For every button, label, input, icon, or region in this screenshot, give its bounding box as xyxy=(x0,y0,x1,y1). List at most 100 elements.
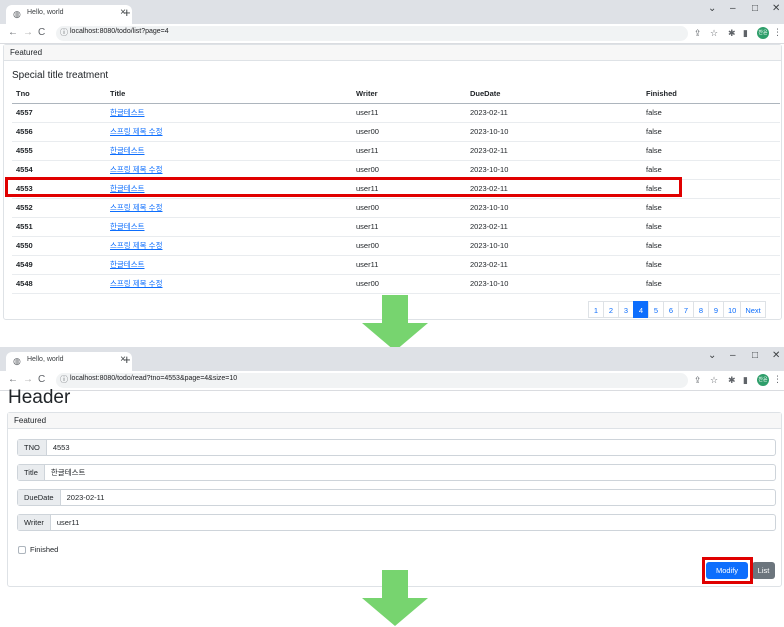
cell-finished: false xyxy=(642,198,780,218)
page-link[interactable]: 5 xyxy=(648,301,664,318)
cell-tno: 4548 xyxy=(12,274,106,294)
profile-avatar[interactable]: 찬윤 xyxy=(757,374,769,386)
writer-field[interactable]: Writer user11 xyxy=(17,514,776,531)
finished-checkbox-row: Finished xyxy=(18,545,58,554)
new-tab-button[interactable]: + xyxy=(123,353,131,367)
finished-checkbox[interactable] xyxy=(18,545,26,554)
cell-title: 한글테스트 xyxy=(106,141,352,161)
minimize-button[interactable]: – xyxy=(730,350,736,361)
minimize-button[interactable]: – xyxy=(730,3,736,14)
writer-label: Writer xyxy=(18,515,51,530)
maximize-button[interactable]: □ xyxy=(752,3,758,14)
cell-title: 스프링 제목 수정 xyxy=(106,274,352,294)
address-bar[interactable]: ⓘ localhost:8080/todo/list?page=4 xyxy=(56,26,688,41)
writer-value: user11 xyxy=(56,518,80,527)
duedate-field[interactable]: DueDate 2023-02-11 xyxy=(17,489,776,506)
modify-button-highlight xyxy=(702,557,753,584)
next-page-link[interactable]: Next xyxy=(740,301,766,318)
tab-search-icon[interactable]: ⌄ xyxy=(708,350,716,361)
reload-button[interactable]: C xyxy=(38,373,45,387)
browser-toolbar: ← → C ⓘ localhost:8080/todo/read?tno=455… xyxy=(0,371,784,391)
tab-search-icon[interactable]: ⌄ xyxy=(708,3,716,14)
page-header: Header xyxy=(8,387,71,408)
title-link[interactable]: 한글테스트 xyxy=(110,260,145,269)
cell-writer: user00 xyxy=(352,236,466,256)
reload-button[interactable]: C xyxy=(38,26,45,40)
page-link[interactable]: 2 xyxy=(603,301,619,318)
title-link[interactable]: 스프링 제목 수정 xyxy=(110,279,162,288)
close-window-button[interactable]: ✕ xyxy=(772,3,780,14)
table-row: 4548 스프링 제목 수정 user00 2023-10-10 false xyxy=(12,274,780,294)
page-link[interactable]: 7 xyxy=(678,301,694,318)
cell-writer: user00 xyxy=(352,198,466,218)
title-value: 한글테스트 xyxy=(50,468,86,477)
pagination: 1 2 3 4 5 6 7 8 9 10 Next xyxy=(588,301,766,318)
cell-finished: false xyxy=(642,274,780,294)
forward-button[interactable]: → xyxy=(23,26,33,40)
title-link[interactable]: 한글테스트 xyxy=(110,146,145,155)
table-row: 4550 스프링 제목 수정 user00 2023-10-10 false xyxy=(12,236,780,256)
list-button[interactable]: List xyxy=(752,562,775,579)
table-row: 4549 한글테스트 user11 2023-02-11 false xyxy=(12,255,780,275)
cell-writer: user00 xyxy=(352,274,466,294)
read-card: Featured TNO 4553 Title 한글테스트 DueDate 20… xyxy=(7,412,782,587)
back-button[interactable]: ← xyxy=(8,26,18,40)
star-icon[interactable]: ☆ xyxy=(710,374,718,386)
browser-tab[interactable]: ◍ Hello, world × xyxy=(6,5,132,24)
page-link[interactable]: 10 xyxy=(723,301,742,318)
cell-tno: 4550 xyxy=(12,236,106,256)
page-link-active[interactable]: 4 xyxy=(633,301,649,318)
card-header: Featured xyxy=(4,45,781,61)
cell-writer: user11 xyxy=(352,141,466,161)
cell-tno: 4552 xyxy=(12,198,106,218)
extension-icon[interactable]: ✱ xyxy=(728,374,736,386)
tab-title: Hello, world xyxy=(27,356,64,363)
page-link[interactable]: 6 xyxy=(663,301,679,318)
share-icon[interactable]: ⇪ xyxy=(694,374,702,386)
title-link[interactable]: 스프링 제목 수정 xyxy=(110,203,162,212)
profile-avatar[interactable]: 찬윤 xyxy=(757,27,769,39)
sidepanel-icon[interactable]: ▮ xyxy=(743,27,748,39)
cell-tno: 4556 xyxy=(12,122,106,142)
title-link[interactable]: 스프링 제목 수정 xyxy=(110,241,162,250)
title-field[interactable]: Title 한글테스트 xyxy=(17,464,776,481)
cell-duedate: 2023-02-11 xyxy=(466,141,642,161)
cell-writer: user11 xyxy=(352,217,466,237)
cell-duedate: 2023-02-11 xyxy=(466,255,642,275)
page-link[interactable]: 1 xyxy=(588,301,604,318)
menu-icon[interactable]: ⋮ xyxy=(773,27,782,38)
cell-title: 스프링 제목 수정 xyxy=(106,122,352,142)
maximize-button[interactable]: □ xyxy=(752,350,758,361)
site-info-icon[interactable]: ⓘ xyxy=(60,27,68,38)
share-icon[interactable]: ⇪ xyxy=(694,27,702,39)
title-link[interactable]: 한글테스트 xyxy=(110,222,145,231)
address-bar[interactable]: ⓘ localhost:8080/todo/read?tno=4553&page… xyxy=(56,373,688,388)
site-info-icon[interactable]: ⓘ xyxy=(60,374,68,385)
page-link[interactable]: 9 xyxy=(708,301,724,318)
title-link[interactable]: 한글테스트 xyxy=(110,108,145,117)
back-button[interactable]: ← xyxy=(8,373,18,387)
forward-button[interactable]: → xyxy=(23,373,33,387)
page-link[interactable]: 3 xyxy=(618,301,634,318)
sidepanel-icon[interactable]: ▮ xyxy=(743,374,748,386)
new-tab-button[interactable]: + xyxy=(123,6,131,20)
tno-value: 4553 xyxy=(52,443,70,452)
tno-field[interactable]: TNO 4553 xyxy=(17,439,776,456)
menu-icon[interactable]: ⋮ xyxy=(773,374,782,385)
list-page-screenshot: ◍ Hello, world × + ⌄ – □ ✕ ← → C ⓘ local… xyxy=(0,0,784,320)
cell-duedate: 2023-02-11 xyxy=(466,103,642,123)
cell-tno: 4557 xyxy=(12,103,106,123)
extension-icon[interactable]: ✱ xyxy=(728,27,736,39)
cell-duedate: 2023-10-10 xyxy=(466,236,642,256)
star-icon[interactable]: ☆ xyxy=(710,27,718,39)
cell-title: 스프링 제목 수정 xyxy=(106,198,352,218)
tno-label: TNO xyxy=(18,440,47,455)
page-link[interactable]: 8 xyxy=(693,301,709,318)
browser-tab[interactable]: ◍ Hello, world × xyxy=(6,352,132,371)
title-link[interactable]: 스프링 제목 수정 xyxy=(110,165,162,174)
title-link[interactable]: 스프링 제목 수정 xyxy=(110,127,162,136)
close-window-button[interactable]: ✕ xyxy=(772,350,780,361)
cell-tno: 4555 xyxy=(12,141,106,161)
cell-tno: 4551 xyxy=(12,217,106,237)
cell-writer: user11 xyxy=(352,255,466,275)
